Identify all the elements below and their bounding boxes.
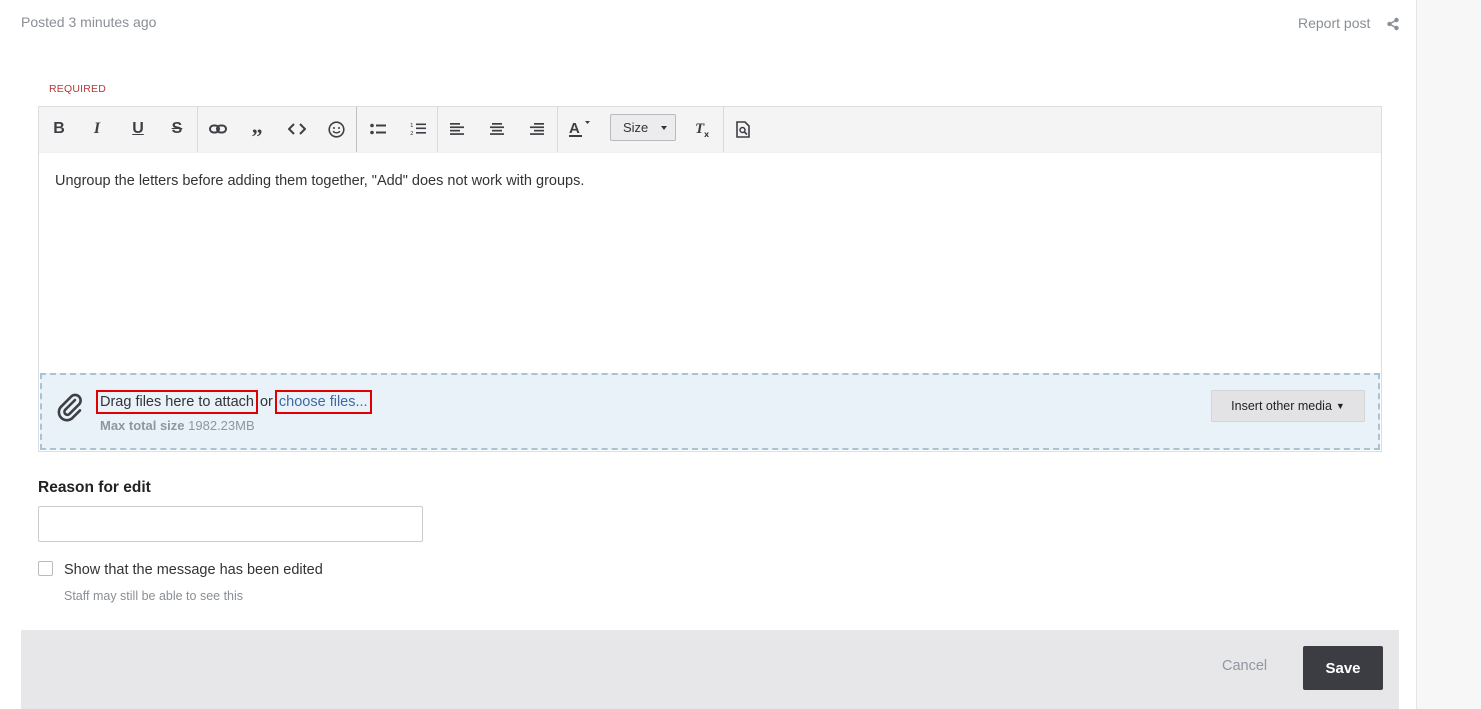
toolbar-separator — [723, 107, 724, 152]
preview-icon — [736, 120, 750, 138]
align-center-icon — [490, 123, 504, 135]
reason-for-edit-label: Reason for edit — [38, 479, 151, 496]
svg-text:A: A — [569, 120, 580, 137]
chevron-down-icon — [661, 126, 667, 130]
show-edited-checkbox[interactable] — [38, 561, 53, 576]
numbered-list-icon: 12 — [410, 123, 426, 136]
save-button[interactable]: Save — [1303, 646, 1383, 690]
align-right-button[interactable] — [523, 115, 551, 143]
smiley-icon — [327, 120, 345, 138]
text-color-button[interactable]: A — [564, 115, 592, 143]
svg-text:2: 2 — [410, 131, 414, 136]
quote-button[interactable]: ” — [243, 115, 271, 151]
numbered-list-button[interactable]: 12 — [404, 115, 432, 143]
svg-text:1: 1 — [410, 123, 414, 129]
required-label: REQUIRED — [49, 83, 107, 95]
code-icon — [288, 123, 306, 135]
clear-formatting-button[interactable]: Tx — [689, 115, 717, 143]
preview-button[interactable] — [729, 115, 757, 143]
editor-content[interactable]: Ungroup the letters before adding them t… — [55, 173, 584, 189]
align-center-button[interactable] — [483, 115, 511, 143]
italic-button[interactable]: I — [83, 115, 111, 143]
bullet-list-icon — [370, 123, 386, 134]
underline-button[interactable]: U — [124, 115, 152, 143]
svg-text:x: x — [704, 130, 710, 138]
posted-time: Posted 3 minutes ago — [21, 14, 157, 30]
bold-button[interactable]: B — [45, 115, 73, 143]
attachment-dropzone[interactable]: Drag files here to attach or choose file… — [40, 373, 1380, 450]
report-post-link[interactable]: Report post — [1298, 15, 1370, 31]
strikethrough-button[interactable]: S — [163, 115, 191, 143]
align-left-button[interactable] — [443, 115, 471, 143]
link-icon — [209, 124, 227, 134]
drag-files-text: Drag files here to attach — [96, 390, 258, 414]
form-footer: Cancel Save — [21, 630, 1399, 709]
cancel-button[interactable]: Cancel — [1222, 658, 1267, 674]
paperclip-icon — [57, 393, 82, 422]
show-edited-label[interactable]: Show that the message has been edited — [64, 562, 323, 578]
dropzone-text: Drag files here to attach or choose file… — [96, 390, 372, 414]
right-gutter — [1416, 0, 1481, 709]
toolbar-separator — [197, 107, 198, 152]
align-right-icon — [530, 123, 544, 135]
choose-files-link[interactable]: choose files... — [274, 390, 372, 414]
rich-text-editor: B I U S ” 12 A Size T x Ungroup the lett… — [38, 106, 1382, 452]
max-size-info: Max total size 1982.23MB — [100, 418, 255, 433]
toolbar-separator — [557, 107, 558, 152]
code-button[interactable] — [283, 115, 311, 143]
insert-other-media-button[interactable]: Insert other media ▼ — [1211, 390, 1365, 422]
emoji-button[interactable] — [322, 115, 350, 143]
font-size-label: Size — [623, 120, 649, 135]
font-size-dropdown[interactable]: Size — [610, 114, 676, 141]
share-icon[interactable] — [1386, 17, 1400, 31]
caret-down-icon: ▼ — [1335, 401, 1345, 411]
link-button[interactable] — [204, 115, 232, 143]
show-edited-hint: Staff may still be able to see this — [64, 589, 244, 603]
align-left-icon — [450, 123, 464, 135]
toolbar-separator — [437, 107, 438, 152]
clear-formatting-icon: Tx — [695, 121, 710, 138]
insert-other-media-label: Insert other media — [1231, 399, 1332, 413]
or-text: or — [255, 394, 277, 410]
editor-toolbar: B I U S ” 12 A Size T x — [39, 107, 1381, 153]
bullet-list-button[interactable] — [364, 115, 392, 143]
text-color-icon: A — [569, 120, 590, 137]
max-size-label: Max total size — [100, 418, 185, 433]
reason-for-edit-input[interactable] — [38, 506, 423, 542]
max-size-value: 1982.23MB — [184, 418, 255, 433]
toolbar-separator — [356, 107, 357, 152]
